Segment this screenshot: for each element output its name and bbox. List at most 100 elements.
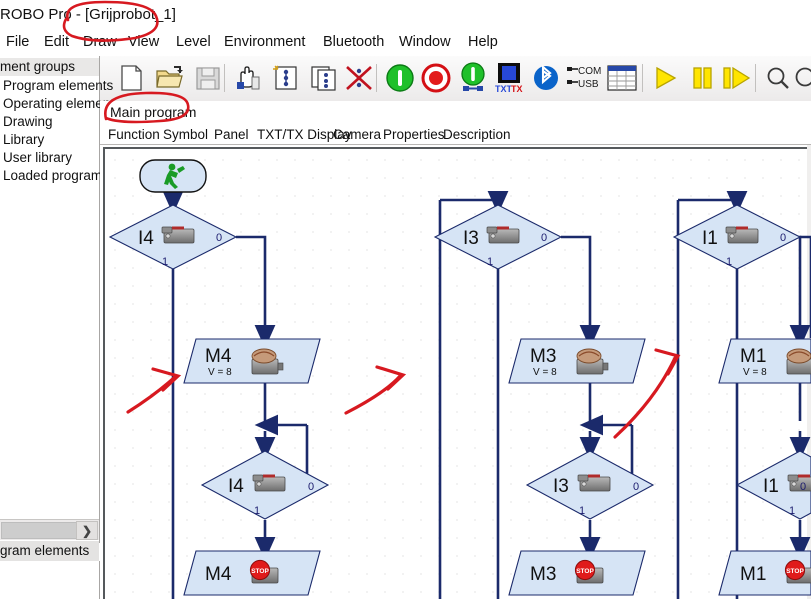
motor-speed: V = 8 (208, 367, 232, 378)
menu-item-edit[interactable]: Edit (44, 34, 69, 50)
document-tab-main-program[interactable]: Main program (104, 102, 204, 126)
toolbar-separator-4 (755, 64, 756, 92)
motor-stop-m3[interactable]: M3 STOP (508, 550, 646, 596)
motor-label: M4 (205, 346, 232, 367)
scroll-right-arrow-icon[interactable]: ❯ (76, 521, 98, 540)
menu-item-level[interactable]: Level (176, 34, 211, 50)
sidebar-item-operating-elements[interactable]: Operating element (0, 95, 114, 113)
bluetooth-button[interactable] (528, 60, 564, 96)
decision-port-0: 0 (541, 232, 547, 244)
zoom-in-button[interactable] (794, 60, 811, 96)
sidebar-footer-label: gram elements (0, 543, 90, 558)
element-groups-header-label: ment groups (0, 59, 76, 74)
program-canvas[interactable]: I4 0 1 M4 V = 8 I4 0 1 M4 STOP I3 0 1 M3… (100, 145, 811, 599)
usb-label: USB (578, 79, 599, 90)
decision-port-1: 1 (487, 256, 493, 268)
window-title: ROBO Pro - [Grijprobot_1] (0, 6, 176, 23)
conn-b2-false (561, 235, 601, 349)
svg-text:STOP: STOP (251, 568, 269, 575)
copy-subprogram-button[interactable] (306, 60, 342, 96)
start-node[interactable] (139, 159, 207, 193)
switch-sensor-icon (577, 474, 611, 492)
step-button[interactable] (718, 60, 754, 96)
start-program-button[interactable] (382, 60, 418, 96)
toolbar-separator-1 (224, 64, 225, 92)
stop-program-button[interactable] (418, 60, 454, 96)
title-bar: ROBO Pro - [Grijprobot_1] (0, 0, 811, 30)
com-usb-button[interactable]: COM USB (562, 60, 606, 96)
save-disk-icon (196, 67, 220, 90)
sidebar-item-label: Library (3, 132, 45, 147)
sidebar-footer[interactable]: gram elements (0, 541, 99, 561)
table-view-button[interactable] (605, 60, 639, 96)
sidebar-item-label: Drawing (3, 114, 53, 129)
tab-symbol[interactable]: Symbol (158, 125, 213, 146)
select-tool-button[interactable] (230, 60, 266, 96)
save-file-button[interactable] (190, 60, 226, 96)
sidebar-item-drawing[interactable]: Drawing (0, 113, 99, 131)
menu-item-environment[interactable]: Environment (224, 34, 305, 50)
start-program-icon (386, 64, 414, 92)
sidebar-item-user-library[interactable]: User library (0, 149, 99, 167)
run-button[interactable] (647, 60, 683, 96)
conn-b3-false-stub (800, 235, 811, 338)
decision-i1-second[interactable]: I1 0 1 (735, 450, 811, 520)
menu-item-help[interactable]: Help (468, 34, 498, 50)
tab-panel[interactable]: Panel (209, 125, 254, 146)
decision-label: I1 (763, 476, 779, 497)
motor-label: M4 (205, 564, 232, 585)
sidebar-item-program-elements[interactable]: Program elements (0, 77, 113, 95)
sidebar-item-loaded-programs[interactable]: Loaded programs (0, 167, 109, 185)
decision-label: I1 (702, 228, 718, 249)
decision-port-0: 0 (308, 481, 314, 493)
menu-item-bluetooth[interactable]: Bluetooth (323, 34, 384, 50)
motor-stop-m4[interactable]: M4 STOP (183, 550, 321, 596)
decision-i4-first[interactable]: I4 0 1 (108, 204, 238, 270)
sidebar-horizontal-scrollbar[interactable]: ❯ (0, 519, 99, 540)
new-subprogram-button[interactable] (268, 60, 304, 96)
motor-on-m1[interactable]: M1 V = 8 (718, 338, 811, 384)
motor-speed: V = 8 (533, 367, 557, 378)
switch-sensor-icon (161, 226, 195, 244)
zoom-out-button[interactable] (760, 60, 796, 96)
motor-label: M1 (740, 346, 766, 367)
open-folder-icon (156, 66, 183, 88)
menu-item-view[interactable]: View (128, 34, 159, 50)
conn-b3-false (770, 235, 811, 349)
sidebar-item-library[interactable]: Library (0, 131, 99, 149)
decision-port-1: 1 (162, 256, 168, 268)
interface-test-button[interactable] (455, 60, 491, 96)
stop-program-icon (421, 63, 451, 93)
menu-item-file[interactable]: File (6, 34, 29, 50)
flowchart: I4 0 1 M4 V = 8 I4 0 1 M4 STOP I3 0 1 M3… (108, 159, 811, 599)
conn-b2-entry (440, 191, 509, 215)
switch-sensor-icon (725, 226, 759, 244)
open-file-button[interactable] (152, 60, 188, 96)
menu-bar: File Edit Draw View Level Environment Bl… (0, 30, 811, 56)
motor-on-m3[interactable]: M3 V = 8 (508, 338, 646, 384)
decision-port-1: 1 (726, 256, 732, 268)
delete-subprogram-button[interactable] (341, 60, 377, 96)
decision-label: I4 (138, 228, 154, 249)
decision-i3-second[interactable]: I3 0 1 (525, 450, 655, 520)
motor-stop-m1[interactable]: M1 STOP (718, 550, 811, 596)
decision-i4-second[interactable]: I4 0 1 (200, 450, 330, 520)
pause-button[interactable] (684, 60, 720, 96)
scrollbar-thumb[interactable] (1, 522, 77, 539)
bluetooth-icon (534, 64, 558, 90)
decision-i3-first[interactable]: I3 0 1 (433, 204, 563, 270)
decision-i1-first[interactable]: I1 0 1 (672, 204, 802, 270)
menu-item-draw[interactable]: Draw (83, 34, 117, 50)
menu-item-window[interactable]: Window (399, 34, 451, 50)
conn-b3-entry (678, 191, 748, 215)
tab-description[interactable]: Description (438, 125, 516, 146)
motor-on-m4[interactable]: M4 V = 8 (183, 338, 321, 384)
new-file-button[interactable] (114, 60, 150, 96)
decision-port-0: 0 (780, 232, 786, 244)
table-view-icon (607, 65, 637, 91)
decision-label: I4 (228, 476, 244, 497)
svg-text:STOP: STOP (576, 568, 594, 575)
decision-port-1: 1 (579, 505, 585, 517)
branch-2: I3 0 1 M3 V = 8 I3 0 1 M3 STOP (433, 204, 655, 596)
txt-controller-button[interactable]: TXT TX (491, 60, 527, 96)
